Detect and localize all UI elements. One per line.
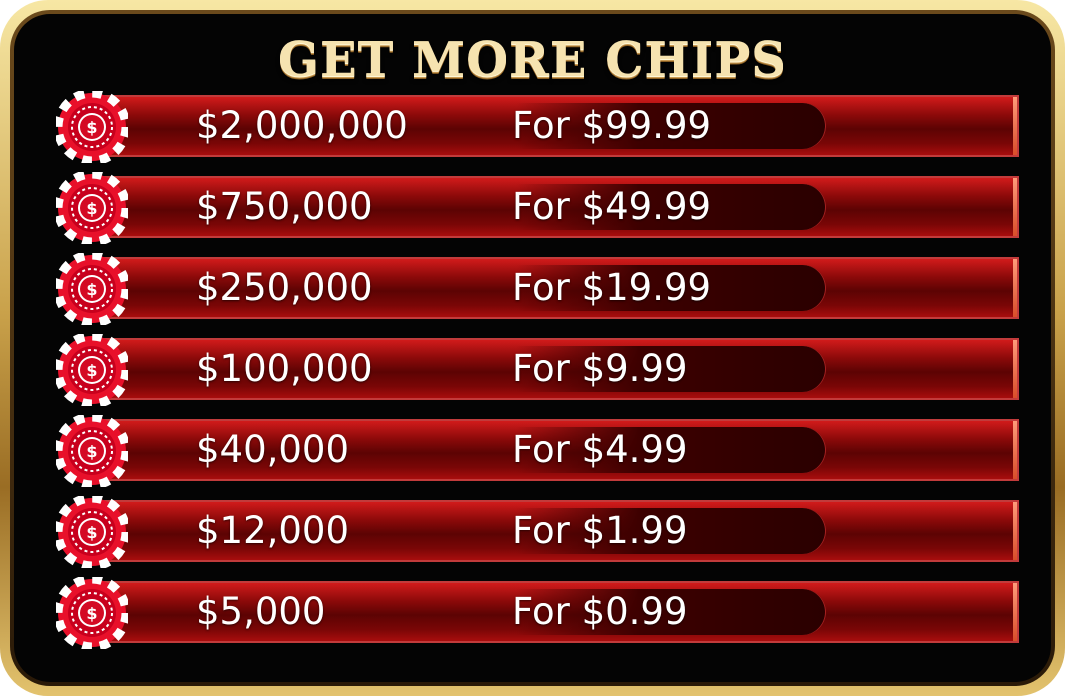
offer-price: For $49.99 xyxy=(512,185,712,228)
svg-text:$: $ xyxy=(86,442,97,461)
svg-text:$: $ xyxy=(86,199,97,218)
offer-row[interactable]: $ $12,000 For $1.99 xyxy=(44,496,1019,568)
store-frame: GET MORE CHIPS $ $2,000,000 For $99.99 $… xyxy=(0,0,1065,696)
chip-amount: $5,000 xyxy=(196,590,326,633)
svg-text:$: $ xyxy=(86,604,97,623)
offer-price: For $9.99 xyxy=(512,347,688,390)
offer-price: For $99.99 xyxy=(512,104,712,147)
chip-amount: $12,000 xyxy=(196,509,350,552)
svg-text:$: $ xyxy=(86,280,97,299)
offer-row[interactable]: $ $750,000 For $49.99 xyxy=(44,172,1019,244)
chip-amount: $2,000,000 xyxy=(196,104,408,147)
dollar-chip-icon: $ xyxy=(56,334,128,406)
dollar-chip-icon: $ xyxy=(56,577,128,649)
svg-text:$: $ xyxy=(86,523,97,542)
offer-row[interactable]: $ $100,000 For $9.99 xyxy=(44,334,1019,406)
chip-store-panel: GET MORE CHIPS $ $2,000,000 For $99.99 $… xyxy=(14,14,1051,682)
offer-price: For $4.99 xyxy=(512,428,688,471)
offer-price: For $19.99 xyxy=(512,266,712,309)
chip-amount: $40,000 xyxy=(196,428,350,471)
store-frame-inner: GET MORE CHIPS $ $2,000,000 For $99.99 $… xyxy=(10,10,1055,686)
store-title: GET MORE CHIPS xyxy=(278,32,787,88)
offer-row[interactable]: $ $40,000 For $4.99 xyxy=(44,415,1019,487)
dollar-chip-icon: $ xyxy=(56,415,128,487)
offer-row[interactable]: $ $250,000 For $19.99 xyxy=(44,253,1019,325)
dollar-chip-icon: $ xyxy=(56,91,128,163)
svg-text:$: $ xyxy=(86,361,97,380)
offer-price: For $0.99 xyxy=(512,590,688,633)
dollar-chip-icon: $ xyxy=(56,172,128,244)
chip-amount: $750,000 xyxy=(196,185,373,228)
svg-text:$: $ xyxy=(86,118,97,137)
offer-row[interactable]: $ $2,000,000 For $99.99 xyxy=(44,91,1019,163)
dollar-chip-icon: $ xyxy=(56,496,128,568)
offer-price: For $1.99 xyxy=(512,509,688,552)
dollar-chip-icon: $ xyxy=(56,253,128,325)
chip-amount: $100,000 xyxy=(196,347,373,390)
chip-amount: $250,000 xyxy=(196,266,373,309)
offer-row[interactable]: $ $5,000 For $0.99 xyxy=(44,577,1019,649)
